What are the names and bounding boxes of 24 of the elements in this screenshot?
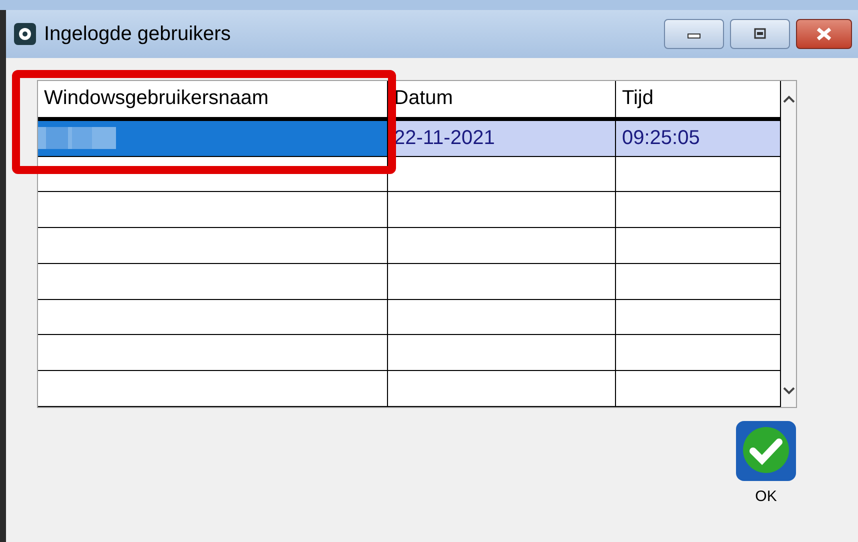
app-icon: [14, 23, 36, 45]
ok-button[interactable]: OK: [735, 420, 797, 505]
window-title: Ingelogde gebruikers: [44, 22, 231, 46]
maximize-button[interactable]: [730, 19, 790, 49]
table-row[interactable]: [38, 371, 781, 407]
table-row[interactable]: 22-11-2021 09:25:05: [38, 118, 781, 157]
table-row[interactable]: [38, 228, 781, 264]
column-header[interactable]: Datum: [388, 81, 616, 117]
scrollbar[interactable]: [781, 81, 796, 407]
table-row[interactable]: [38, 264, 781, 300]
column-header[interactable]: Windowsgebruikersnaam: [38, 81, 388, 117]
table-cell: 22-11-2021: [394, 126, 495, 150]
checkmark-icon: [735, 420, 797, 482]
table-cell: 09:25:05: [622, 126, 700, 150]
scroll-up-icon[interactable]: [782, 95, 794, 103]
scroll-down-icon[interactable]: [782, 387, 794, 395]
table-row[interactable]: [38, 300, 781, 336]
close-button[interactable]: [796, 19, 852, 49]
table-row[interactable]: [38, 156, 781, 192]
close-icon: [815, 27, 833, 41]
minimize-button[interactable]: [664, 19, 724, 49]
maximize-icon: [752, 27, 768, 41]
table-row[interactable]: [38, 192, 781, 228]
table-row[interactable]: [38, 335, 781, 372]
